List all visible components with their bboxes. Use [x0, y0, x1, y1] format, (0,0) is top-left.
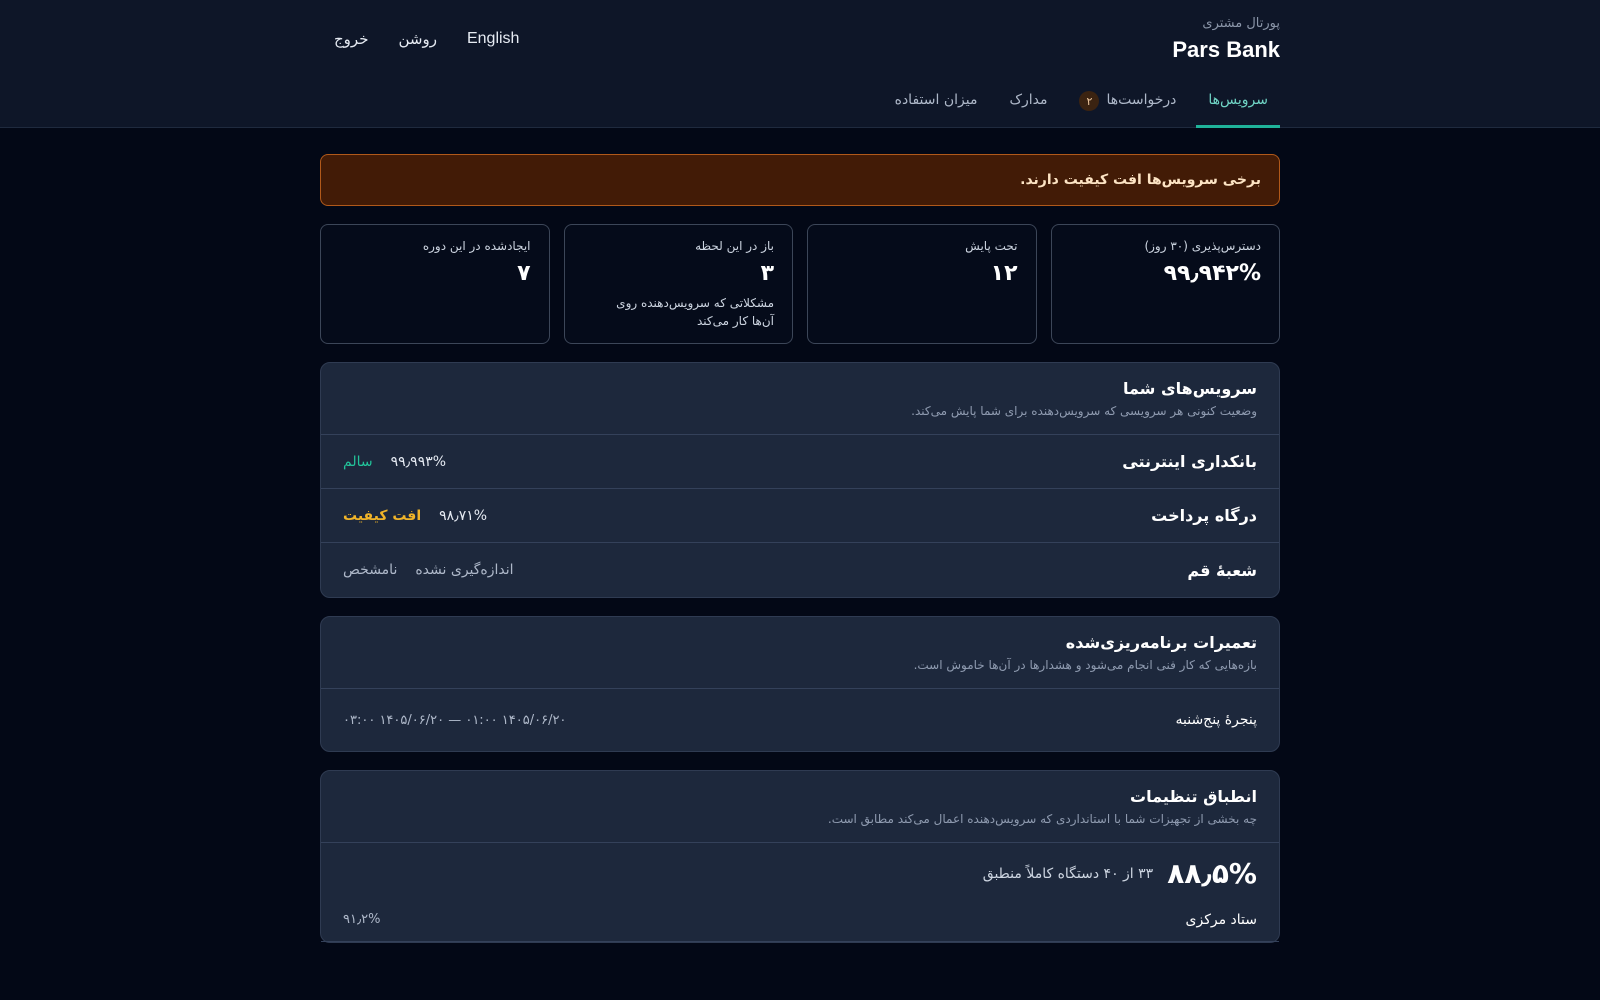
stat-value: ۳: [760, 261, 774, 286]
service-row[interactable]: درگاه پرداخت ۹۸٫۷۱% افت کیفیت: [321, 489, 1279, 543]
stat-availability: دسترس‌پذیری (۳۰ روز) ۹۹٫۹۴۲%: [1050, 224, 1280, 344]
service-uptime: ۹۹٫۹۹۳%: [390, 453, 447, 470]
service-row[interactable]: بانکداری اینترنتی ۹۹٫۹۹۳% سالم: [321, 435, 1279, 489]
tab-documents[interactable]: مدارک: [997, 84, 1059, 128]
logout-link[interactable]: خروج: [334, 30, 368, 48]
stat-monitored: تحت پایش ۱۲: [807, 224, 1037, 344]
site-name: ستاد مرکزی: [1185, 911, 1257, 928]
stat-label: باز در این لحظه: [695, 239, 774, 253]
service-uptime: اندازه‌گیری نشده: [415, 562, 514, 578]
stat-value: ۷: [517, 261, 531, 286]
service-row[interactable]: شعبهٔ قم اندازه‌گیری نشده نامشخص: [321, 543, 1279, 597]
stat-open-now: باز در این لحظه ۳ مشکلاتی که سرویس‌دهنده…: [563, 224, 793, 344]
site-compliance: ۹۱٫۲%: [343, 912, 381, 927]
service-name: شعبهٔ قم: [1187, 560, 1257, 580]
card-header: سرویس‌های شما وضعیت کنونی هر سرویسی که س…: [321, 363, 1279, 435]
top-links: خروج روشن English: [334, 30, 519, 48]
brand: پورتال مشتری Pars Bank: [1172, 16, 1280, 63]
compliance-summary: ۸۸٫۵% ۳۳ از ۴۰ دستگاه کاملاً منطبق: [321, 843, 1279, 898]
portal-label: پورتال مشتری: [1202, 16, 1280, 31]
compliance-card: انطباق تنظیمات چه بخشی از تجهیزات شما با…: [320, 770, 1280, 943]
card-header: تعمیرات برنامه‌ریزی‌شده بازه‌هایی که کار…: [321, 617, 1279, 689]
stat-label: دسترس‌پذیری (۳۰ روز): [1144, 239, 1261, 253]
tab-usage[interactable]: میزان استفاده: [883, 84, 990, 128]
theme-toggle[interactable]: روشن: [398, 30, 436, 48]
requests-count-badge: ۲: [1079, 91, 1100, 111]
tab-services[interactable]: سرویس‌ها: [1196, 84, 1280, 128]
tab-label: درخواست‌ها: [1106, 92, 1177, 108]
language-switch[interactable]: English: [467, 30, 519, 48]
stat-value: ۱۲: [990, 261, 1018, 286]
card-subtitle: وضعیت کنونی هر سرویسی که سرویس‌دهنده برا…: [911, 404, 1257, 418]
stat-value: ۹۹٫۹۴۲%: [1163, 261, 1261, 286]
maintenance-range: ۱۴۰۵/۰۶/۲۰ ۰۱:۰۰ — ۱۴۰۵/۰۶/۲۰ ۰۳:۰۰: [343, 712, 567, 728]
degradation-alert-banner: برخی سرویس‌ها افت کیفیت دارند.: [320, 154, 1280, 206]
maintenance-name: پنجرهٔ پنج‌شنبه: [1175, 712, 1257, 728]
compliance-percent: ۸۸٫۵%: [1167, 857, 1257, 890]
card-title: سرویس‌های شما: [1122, 379, 1257, 398]
card-subtitle: چه بخشی از تجهیزات شما با استانداردی که …: [827, 812, 1257, 826]
compliance-site-row[interactable]: ستاد مرکزی ۹۱٫۲%: [321, 898, 1279, 942]
maintenance-window-row[interactable]: پنجرهٔ پنج‌شنبه ۱۴۰۵/۰۶/۲۰ ۰۱:۰۰ — ۱۴۰۵/…: [321, 689, 1279, 751]
service-name: درگاه پرداخت: [1151, 506, 1257, 525]
card-subtitle: بازه‌هایی که کار فنی انجام می‌شود و هشدا…: [913, 658, 1257, 672]
card-title: انطباق تنظیمات: [1130, 787, 1257, 806]
stat-note: مشکلاتی که سرویس‌دهنده روی آن‌ها کار می‌…: [616, 296, 774, 328]
main-content: برخی سرویس‌ها افت کیفیت دارند. دسترس‌پذی…: [320, 154, 1280, 943]
service-name: بانکداری اینترنتی: [1122, 452, 1257, 471]
alert-text: برخی سرویس‌ها افت کیفیت دارند.: [1020, 172, 1261, 188]
stat-label: تحت پایش: [965, 239, 1018, 253]
stats-row: دسترس‌پذیری (۳۰ روز) ۹۹٫۹۴۲% تحت پایش ۱۲…: [320, 224, 1280, 344]
stat-created-period: ایجادشده در این دوره ۷: [320, 224, 550, 344]
tab-label: سرویس‌ها: [1208, 92, 1268, 108]
tab-label: میزان استفاده: [894, 92, 978, 108]
brand-title[interactable]: Pars Bank: [1172, 37, 1280, 63]
service-status: نامشخص: [343, 562, 398, 578]
service-status: سالم: [343, 453, 373, 470]
tab-label: مدارک: [1009, 92, 1048, 108]
stat-label: ایجادشده در این دوره: [422, 239, 531, 253]
service-status: افت کیفیت: [343, 507, 422, 524]
card-header: انطباق تنظیمات چه بخشی از تجهیزات شما با…: [321, 771, 1279, 843]
maintenance-card: تعمیرات برنامه‌ریزی‌شده بازه‌هایی که کار…: [320, 616, 1280, 752]
card-title: تعمیرات برنامه‌ریزی‌شده: [1065, 633, 1257, 652]
service-uptime: ۹۸٫۷۱%: [439, 507, 488, 524]
main-tabs: سرویس‌ها درخواست‌ها ۲ مدارک میزان استفاد…: [883, 84, 1280, 128]
compliance-summary-text: ۳۳ از ۴۰ دستگاه کاملاً منطبق: [982, 865, 1154, 882]
tab-requests[interactable]: درخواست‌ها ۲: [1067, 84, 1188, 128]
app-header: پورتال مشتری Pars Bank خروج روشن English…: [0, 0, 1600, 128]
services-card: سرویس‌های شما وضعیت کنونی هر سرویسی که س…: [320, 362, 1280, 598]
